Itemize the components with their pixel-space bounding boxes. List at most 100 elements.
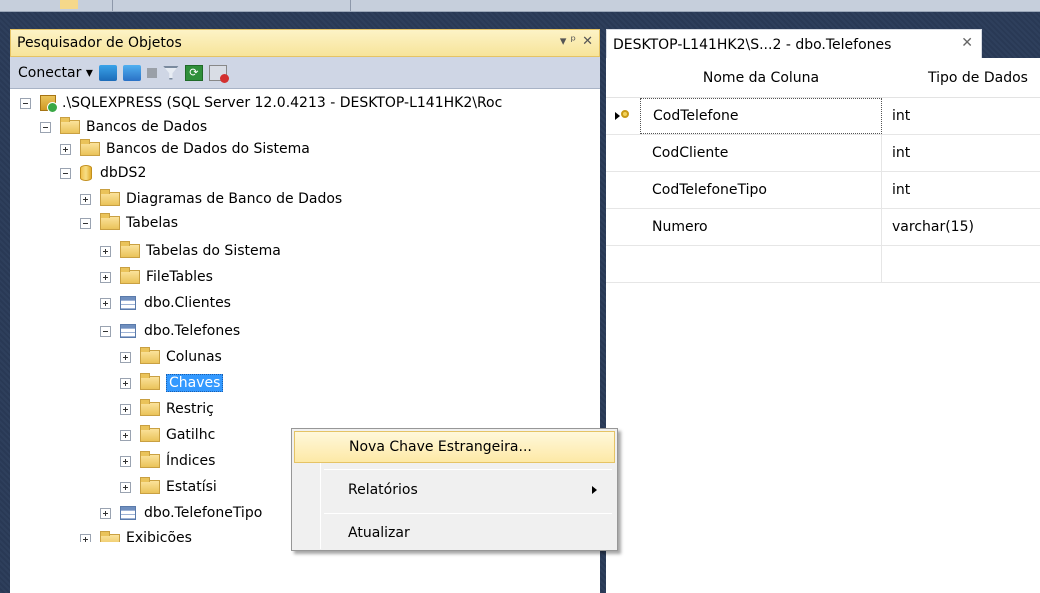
expand-icon[interactable]: [100, 297, 111, 309]
refresh-icon[interactable]: ⟳: [184, 64, 203, 81]
data-type-cell[interactable]: int: [882, 98, 1040, 134]
tree-node-system-databases[interactable]: Bancos de Dados do Sistema: [60, 138, 310, 160]
tree-node-tables[interactable]: Tabelas: [80, 212, 178, 234]
column-name-cell[interactable]: Numero: [640, 209, 882, 245]
tree-node-file-tables[interactable]: FileTables: [100, 266, 213, 288]
object-explorer-title-bar: Pesquisador de Objetos ▾ ᵖ ✕: [10, 29, 600, 57]
tab-table-designer[interactable]: DESKTOP-L141HK2\S...2 - dbo.Telefones ✕: [606, 29, 982, 59]
data-type-header: Tipo de Dados: [928, 70, 1028, 86]
context-menu: Nova Chave Estrangeira... Relatórios Atu…: [291, 428, 618, 551]
expand-icon[interactable]: [100, 271, 111, 283]
chevron-down-icon: ▾: [85, 64, 93, 81]
databases-label: Bancos de Dados: [86, 119, 208, 135]
menu-separator: [324, 469, 612, 470]
folder-icon: [100, 213, 120, 230]
database-icon: [80, 165, 92, 181]
table-row[interactable]: Numero varchar(15): [606, 209, 1040, 246]
menu-item-label: Relatórios: [348, 482, 418, 498]
data-type-cell[interactable]: int: [882, 135, 1040, 171]
expand-icon[interactable]: [120, 403, 131, 415]
menu-item-label: Atualizar: [348, 525, 410, 541]
tree-node-estatisticas[interactable]: Estatísi: [120, 476, 217, 498]
connect-button[interactable]: Conectar ▾: [18, 65, 93, 81]
table-icon: [120, 324, 136, 338]
expand-icon[interactable]: [120, 455, 131, 467]
collapse-icon[interactable]: [40, 121, 51, 133]
table-row[interactable]: CodTelefoneTipo int: [606, 172, 1040, 209]
table-row[interactable]: CodCliente int: [606, 135, 1040, 172]
tree-node-diagrams[interactable]: Diagramas de Banco de Dados: [80, 188, 342, 210]
tree-node-telefones[interactable]: dbo.Telefones: [100, 320, 240, 342]
expand-icon[interactable]: [120, 351, 131, 363]
tables-label: Tabelas: [126, 215, 179, 231]
expand-icon[interactable]: [100, 245, 111, 257]
pin-icon[interactable]: ▾ ᵖ: [560, 34, 576, 49]
row-indicator[interactable]: [606, 98, 640, 134]
collapse-icon[interactable]: [100, 325, 111, 337]
tree-node-database[interactable]: dbDS2: [60, 162, 146, 184]
expand-icon[interactable]: [100, 507, 111, 519]
menu-item-refresh[interactable]: Atualizar: [294, 517, 615, 549]
table-row[interactable]: CodTelefone int: [606, 98, 1040, 135]
collapse-icon[interactable]: [20, 97, 31, 109]
tree-node-system-tables[interactable]: Tabelas do Sistema: [100, 240, 281, 262]
tree-node-colunas[interactable]: Colunas: [120, 346, 222, 368]
data-type-cell[interactable]: varchar(15): [882, 209, 1040, 245]
row-indicator[interactable]: [606, 209, 640, 245]
expand-icon[interactable]: [60, 143, 71, 155]
diagrams-label: Diagramas de Banco de Dados: [126, 191, 343, 207]
connect-label: Conectar: [18, 64, 82, 81]
system-databases-label: Bancos de Dados do Sistema: [106, 141, 310, 157]
table-row-empty[interactable]: [606, 246, 1040, 283]
table-icon: [120, 506, 136, 520]
tree-node-server[interactable]: .\SQLEXPRESS (SQL Server 12.0.4213 - DES…: [20, 92, 502, 114]
menu-item-new-foreign-key[interactable]: Nova Chave Estrangeira...: [294, 431, 615, 463]
collapse-icon[interactable]: [80, 217, 91, 229]
column-name-cell[interactable]: CodCliente: [640, 135, 882, 171]
close-icon[interactable]: ✕: [961, 35, 973, 51]
tree-node-exibicoes[interactable]: Exibições: [80, 528, 192, 542]
primary-key-icon: [615, 109, 631, 123]
tree-node-clientes[interactable]: dbo.Clientes: [100, 292, 231, 314]
file-tables-label: FileTables: [146, 269, 213, 285]
expand-icon[interactable]: [120, 481, 131, 493]
stop-icon[interactable]: [146, 67, 157, 78]
connect-icon[interactable]: [98, 64, 117, 81]
colunas-label: Colunas: [166, 349, 222, 365]
expand-icon[interactable]: [120, 377, 131, 389]
disconnect-icon[interactable]: [122, 64, 141, 81]
close-icon[interactable]: ✕: [582, 34, 593, 49]
row-indicator[interactable]: [606, 172, 640, 208]
expand-icon[interactable]: [120, 429, 131, 441]
tree-node-indices[interactable]: Índices: [120, 450, 215, 472]
folder-icon: [120, 267, 140, 284]
tree-node-telefone-tipo[interactable]: dbo.TelefoneTipo: [100, 502, 262, 524]
collapse-icon[interactable]: [60, 167, 71, 179]
telefones-label: dbo.Telefones: [144, 323, 241, 339]
table-designer: Nome da Coluna Tipo de Dados CodTelefone…: [606, 58, 1040, 593]
tree-node-chaves[interactable]: Chaves: [120, 372, 224, 394]
expand-icon[interactable]: [80, 193, 91, 205]
tree-node-gatilhos[interactable]: Gatilhc: [120, 424, 215, 446]
folder-icon: [60, 117, 80, 134]
data-type-cell[interactable]: [882, 246, 1040, 282]
gatilhos-label: Gatilhc: [166, 427, 216, 443]
column-name-cell[interactable]: [640, 246, 882, 282]
divider: [350, 0, 351, 11]
activity-monitor-icon[interactable]: [208, 64, 229, 83]
row-indicator[interactable]: [606, 246, 640, 282]
folder-icon: [140, 373, 160, 390]
divider: [112, 0, 113, 11]
tree-node-databases[interactable]: Bancos de Dados: [40, 116, 207, 138]
expand-icon[interactable]: [80, 534, 91, 542]
data-type-cell[interactable]: int: [882, 172, 1040, 208]
menu-item-reports[interactable]: Relatórios: [294, 474, 615, 506]
tab-stub: [60, 0, 78, 9]
tree-node-restricoes[interactable]: Restriç: [120, 398, 214, 420]
row-indicator[interactable]: [606, 135, 640, 171]
column-name-cell[interactable]: CodTelefone: [640, 98, 882, 134]
filter-icon[interactable]: [162, 65, 179, 80]
table-icon: [120, 296, 136, 310]
column-name-cell[interactable]: CodTelefoneTipo: [640, 172, 882, 208]
server-icon: [40, 95, 58, 113]
